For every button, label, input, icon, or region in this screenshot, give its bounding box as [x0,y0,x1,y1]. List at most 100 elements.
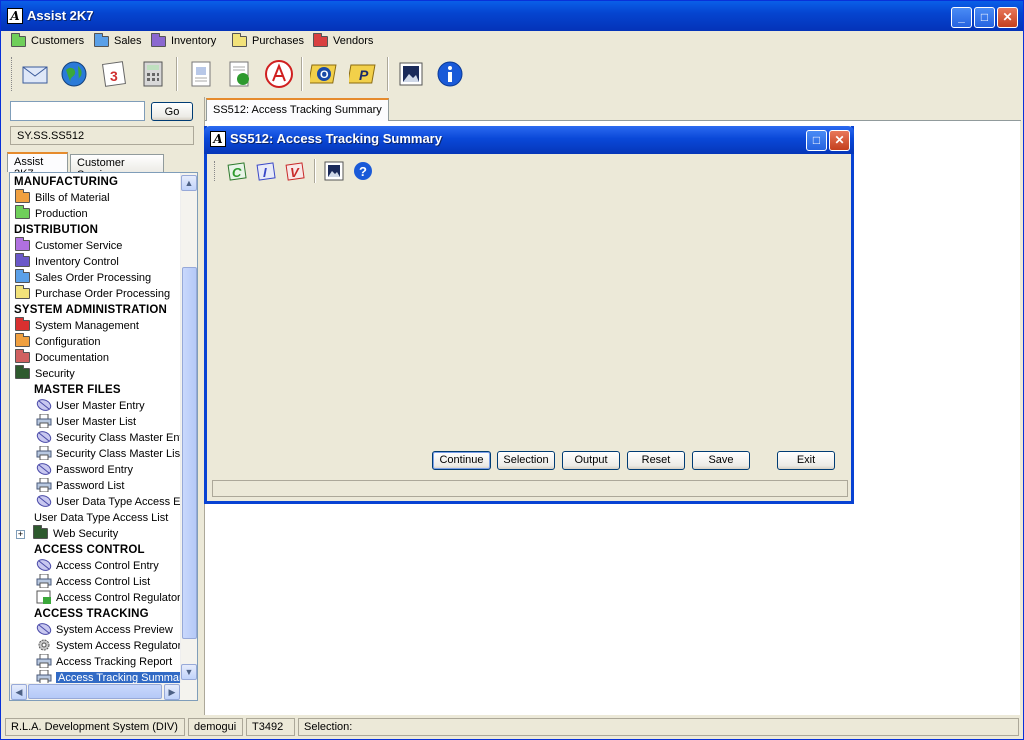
tree-item-user-master-entry[interactable]: User Master Entry [36,398,145,414]
save-button[interactable]: Save [692,451,750,470]
program-path-field: SY.SS.SS512 [10,126,194,145]
tree-item-sales-order-processing[interactable]: Sales Order Processing [15,269,151,286]
outlook-icon[interactable]: O [309,58,341,90]
mail-icon[interactable] [19,58,51,90]
tree-item-system-access-regulator[interactable]: System Access Regulator [36,638,181,654]
input-tool-icon[interactable]: I [255,159,279,183]
tree-item-inventory-control[interactable]: Inventory Control [15,253,119,270]
globe-icon[interactable] [58,58,90,90]
tree-item-label: MASTER FILES [34,384,121,396]
entry-icon [36,622,52,636]
exit-button[interactable]: Exit [777,451,835,470]
tree-item-access-tracking-report[interactable]: Access Tracking Report [36,653,172,670]
menu-sales[interactable]: Sales [94,32,142,50]
scroll-thumb[interactable] [182,267,197,639]
tab-assist-2k7[interactable]: Assist 2K7 [7,152,68,180]
output-button[interactable]: Output [562,451,620,470]
continue-tool-icon[interactable]: C [226,159,250,183]
folder-icon [11,32,26,47]
expand-icon[interactable]: + [16,530,25,539]
maximize-button[interactable]: □ [806,130,827,151]
tree-item-access-control-entry[interactable]: Access Control Entry [36,558,159,574]
tree-item-label: Security [35,368,75,380]
scroll-right-icon[interactable]: ▶ [164,684,180,700]
calculator-icon[interactable] [137,58,169,90]
info-icon[interactable] [434,58,466,90]
selection-button[interactable]: Selection [497,451,555,470]
spreadsheet-icon[interactable] [224,58,256,90]
main-window: A Assist 2K7 _ □ ✕ Customers Sales Inven… [0,0,1024,740]
search-input[interactable] [10,101,145,121]
tree-item-label: System Access Preview [56,624,173,636]
menu-purchases[interactable]: Purchases [232,32,304,50]
tree-item-web-security[interactable]: + Web Security [16,525,119,542]
program-status-bar [212,480,848,497]
close-button[interactable]: ✕ [997,7,1018,28]
tree-item-customer-service[interactable]: Customer Service [15,237,122,254]
tree-item-system-management[interactable]: System Management [15,317,139,334]
tree-item-label: System Access Regulator [56,640,182,652]
tab-ss512[interactable]: SS512: Access Tracking Summary [206,98,389,121]
acrobat-icon[interactable] [263,58,295,90]
tree-item-security-class-master-entry[interactable]: Security Class Master Entry [36,430,192,446]
toolbar-grip [214,161,216,181]
calendar-icon[interactable]: 3 [98,58,130,90]
tree-item-access-control-list[interactable]: Access Control List [36,573,150,590]
tree-item-label: Web Security [53,528,119,540]
tree-item-documentation[interactable]: Documentation [15,349,109,366]
tree-item-label: Inventory Control [35,256,119,268]
tree-item-label: Purchase Order Processing [35,288,171,300]
menu-customers[interactable]: Customers [11,32,84,50]
toolbar-separator [176,57,178,91]
tree-item-bills-of-material[interactable]: Bills of Material [15,189,110,206]
tab-customer-service[interactable]: Customer Service [70,154,164,181]
menu-inventory[interactable]: Inventory [151,32,216,50]
tree-item-password-entry[interactable]: Password Entry [36,462,133,478]
document-icon[interactable] [185,58,217,90]
maximize-button[interactable]: □ [974,7,995,28]
tree-item-user-master-list[interactable]: User Master List [36,413,136,430]
help-icon[interactable]: ? [351,159,375,183]
vertical-scrollbar[interactable]: ▲ ▼ [180,173,197,683]
go-button[interactable]: Go [151,102,193,121]
scroll-down-icon[interactable]: ▼ [181,664,197,680]
toolbar-separator [314,159,316,183]
picture-icon[interactable] [395,58,427,90]
view-tool-icon[interactable]: V [284,159,308,183]
entry-icon [36,398,52,412]
tree-item-configuration[interactable]: Configuration [15,333,100,350]
horizontal-scrollbar[interactable]: ◀ ▶ [10,683,197,700]
status-bar: R.L.A. Development System (DIV) demogui … [5,717,1019,737]
tree-item-security-class-master-list[interactable]: Security Class Master List [36,445,183,462]
folder-icon [15,269,30,283]
tree-item-user-data-type-access-entry[interactable]: User Data Type Access Entry [36,494,197,510]
tree-item-label: Production [35,208,88,220]
reset-button[interactable]: Reset [627,451,685,470]
tree-item-access-control-regulator[interactable]: Access Control Regulator [36,590,181,606]
menu-vendors[interactable]: Vendors [313,32,373,50]
tree-item-label: Security Class Master Entry [56,432,192,444]
scroll-up-icon[interactable]: ▲ [181,175,197,191]
status-terminal: T3492 [246,718,295,736]
tree-item-password-list[interactable]: Password List [36,477,125,494]
print-icon [36,445,52,461]
tree-item-label: Password List [56,480,125,492]
tree-item-system-access-preview[interactable]: System Access Preview [36,622,173,638]
minimize-button[interactable]: _ [951,7,972,28]
continue-button[interactable]: Continue [432,451,491,470]
navigation-panel: Go SY.SS.SS512 Assist 2K7 Customer Servi… [5,97,202,715]
publisher-icon[interactable]: P [348,58,380,90]
tree-item-security[interactable]: Security [15,365,75,382]
horizontal-scroll-thumb[interactable] [28,684,162,699]
svg-text:P: P [359,67,369,83]
scroll-left-icon[interactable]: ◀ [11,684,27,700]
tree-item-label: SYSTEM ADMINISTRATION [14,304,168,316]
tree-item-production[interactable]: Production [15,205,88,222]
tree-item-user-data-type-access-list[interactable]: User Data Type Access List [34,510,168,526]
picture-icon[interactable] [322,159,346,183]
program-window-title: SS512: Access Tracking Summary [230,131,442,146]
print-icon [36,477,52,493]
close-button[interactable]: ✕ [829,130,850,151]
folder-icon [15,349,30,363]
tree-item-purchase-order-processing[interactable]: Purchase Order Processing [15,285,171,302]
